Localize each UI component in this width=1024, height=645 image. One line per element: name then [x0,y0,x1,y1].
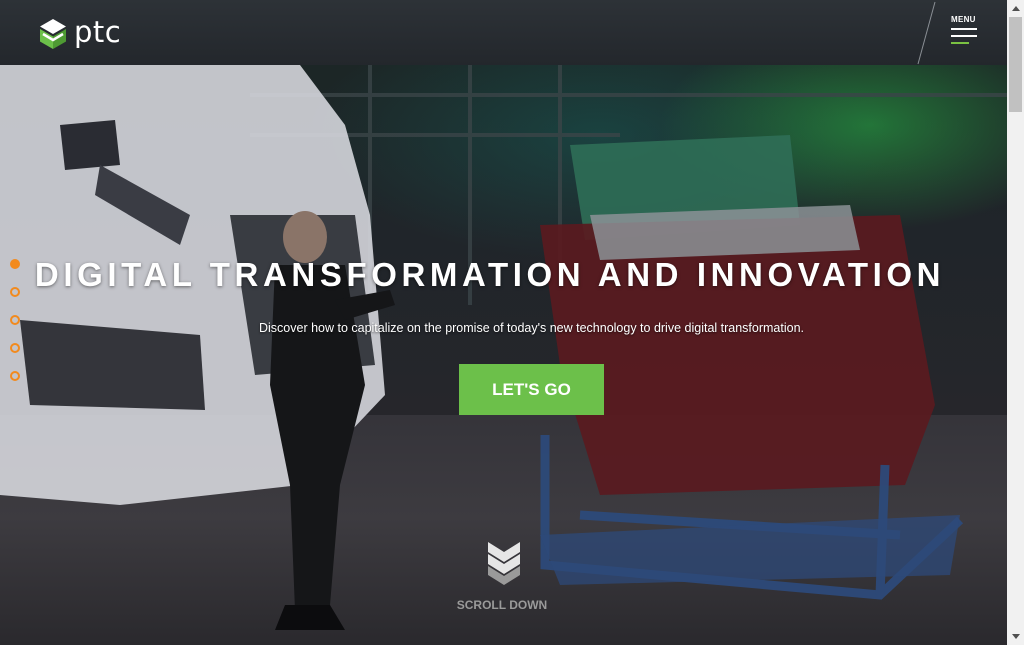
ptc-logo[interactable]: ptc [39,18,121,50]
scrollbar-thumb[interactable] [1009,17,1022,112]
header-divider [917,1,936,65]
page: ptc MENU DIGITAL TRANSFORMATION AND INNO… [0,0,1007,645]
ptc-logo-icon [40,19,66,49]
slide-dot-4[interactable] [10,343,20,353]
menu-button[interactable]: MENU [951,15,981,47]
logo-text: ptc [74,15,122,49]
vertical-scrollbar[interactable] [1007,0,1024,645]
scroll-down-button[interactable] [1007,628,1024,645]
site-header: ptc MENU [0,0,1007,65]
chevron-down-icon[interactable] [486,540,522,586]
menu-icon [951,28,977,30]
hero-headline: DIGITAL TRANSFORMATION AND INNOVATION [34,256,946,293]
slide-dot-5[interactable] [10,371,20,381]
scroll-down-label[interactable]: SCROLL DOWN [440,598,564,612]
menu-icon-line [951,35,977,37]
menu-label: MENU [951,15,976,24]
arrow-up-icon [1011,6,1020,11]
hero-subline: Discover how to capitalize on the promis… [258,321,805,335]
arrow-down-icon [1011,634,1020,639]
lets-go-button[interactable]: LET'S GO [459,364,604,415]
scroll-up-button[interactable] [1007,0,1024,17]
menu-icon-line-accent [951,42,969,44]
